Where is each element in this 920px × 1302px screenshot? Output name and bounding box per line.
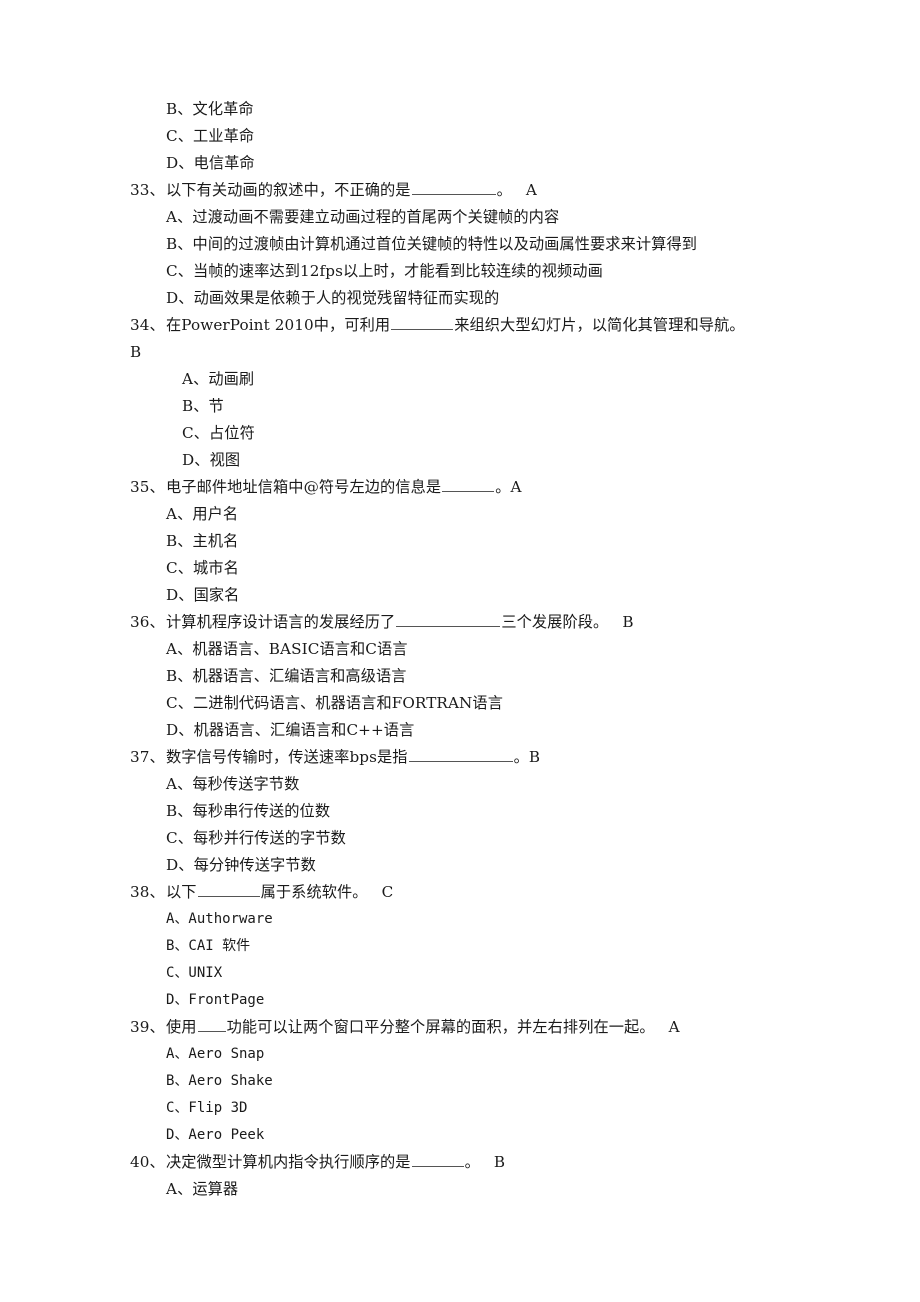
question-stem: 37、数字信号传输时，传送速率bps是指 。B xyxy=(130,744,792,771)
question-block: 33、以下有关动画的叙述中，不正确的是 。 A A、过渡动画不需要建立动画过程的首尾… xyxy=(130,177,792,312)
list-item: A、机器语言、BASIC语言和C语言 xyxy=(166,640,408,658)
question-text: 以下 xyxy=(166,883,197,901)
answer-key: B xyxy=(622,613,634,631)
answer-blank xyxy=(411,1152,464,1167)
question-text-tail: 。B xyxy=(513,748,541,766)
list-item: C、Flip 3D xyxy=(166,1100,248,1116)
question-text-tail: 属于系统软件。 xyxy=(260,883,368,901)
question-text: 电子邮件地址信箱中@符号左边的信息是 xyxy=(166,478,442,496)
question-stem: 35、电子邮件地址信箱中@符号左边的信息是 。A xyxy=(130,474,792,501)
list-item: D、动画效果是依赖于人的视觉残留特征而实现的 xyxy=(166,289,500,307)
question-number: 40、 xyxy=(130,1153,165,1171)
question-block: 40、决定微型计算机内指令执行顺序的是 。 B A、运算器 xyxy=(130,1149,792,1203)
orphan-option-group: B、文化革命 C、工业革命 D、电信革命 xyxy=(130,96,792,177)
list-item: D、每分钟传送字节数 xyxy=(166,856,316,874)
answer-key: B xyxy=(130,343,142,361)
answer-key: A xyxy=(668,1018,680,1036)
page-content: B、文化革命 C、工业革命 D、电信革命 33、以下有关动画的叙述中，不正确的是… xyxy=(130,96,792,1203)
question-block: 36、计算机程序设计语言的发展经历了 三个发展阶段。 B A、机器语言、BASIC语… xyxy=(130,609,792,744)
question-number: 33、 xyxy=(130,181,165,199)
document-page: B、文化革命 C、工业革命 D、电信革命 33、以下有关动画的叙述中，不正确的是… xyxy=(0,0,920,1302)
list-item: A、Authorware xyxy=(166,911,273,927)
list-item: D、Aero Peek xyxy=(166,1127,265,1143)
question-stem: 33、以下有关动画的叙述中，不正确的是 。 A xyxy=(130,177,792,204)
list-item: C、UNIX xyxy=(166,965,223,981)
question-text-tail: 。 xyxy=(464,1153,480,1171)
question-stem: 39、使用 功能可以让两个窗口平分整个屏幕的面积，并左右排列在一起。 A xyxy=(130,1014,792,1041)
question-block: 38、以下 属于系统软件。 C A、Authorware B、CAI 软件 C、UN… xyxy=(130,879,792,1014)
list-item: C、二进制代码语言、机器语言和FORTRAN语言 xyxy=(166,694,503,712)
list-item: C、占位符 xyxy=(182,424,255,442)
question-text-tail: 。A xyxy=(495,478,522,496)
list-item: B、中间的过渡帧由计算机通过首位关键帧的特性以及动画属性要求来计算得到 xyxy=(166,235,698,253)
list-item: C、每秒并行传送的字节数 xyxy=(166,829,346,847)
question-stem: 40、决定微型计算机内指令执行顺序的是 。 B xyxy=(130,1149,792,1176)
list-item: B、CAI 软件 xyxy=(166,938,251,954)
question-text-tail: 。 xyxy=(496,181,512,199)
answer-key: A xyxy=(525,181,537,199)
list-item: A、每秒传送字节数 xyxy=(166,775,300,793)
answer-key: C xyxy=(381,883,394,901)
question-text: 使用 xyxy=(166,1018,197,1036)
question-number: 39、 xyxy=(130,1018,165,1036)
question-number: 38、 xyxy=(130,883,165,901)
list-item: A、运算器 xyxy=(166,1180,239,1198)
question-stem: 36、计算机程序设计语言的发展经历了 三个发展阶段。 B xyxy=(130,609,792,636)
question-stem: 34、在PowerPoint 2010中，可利用 来组织大型幻灯片，以简化其管理和… xyxy=(130,312,792,339)
question-block: 37、数字信号传输时，传送速率bps是指 。B A、每秒传送字节数 B、每秒串行传… xyxy=(130,744,792,879)
list-item: A、动画刷 xyxy=(182,370,255,388)
answer-blank xyxy=(442,477,495,492)
list-item: A、用户名 xyxy=(166,505,239,523)
question-text: 计算机程序设计语言的发展经历了 xyxy=(166,613,396,631)
answer-blank xyxy=(408,747,513,762)
question-text-tail: 来组织大型幻灯片，以简化其管理和导航。 xyxy=(454,316,745,334)
list-item: D、FrontPage xyxy=(166,992,265,1008)
question-number: 35、 xyxy=(130,478,165,496)
question-text: 在PowerPoint 2010中，可利用 xyxy=(166,316,391,334)
question-block: 39、使用 功能可以让两个窗口平分整个屏幕的面积，并左右排列在一起。 A A、Aer… xyxy=(130,1014,792,1149)
list-item: D、视图 xyxy=(182,451,241,469)
question-text: 数字信号传输时，传送速率bps是指 xyxy=(166,748,408,766)
question-block: 34、在PowerPoint 2010中，可利用 来组织大型幻灯片，以简化其管理和… xyxy=(130,312,792,474)
list-item: D、机器语言、汇编语言和C++语言 xyxy=(166,721,415,739)
list-item: B、节 xyxy=(182,397,224,415)
answer-blank xyxy=(391,315,454,330)
answer-blank xyxy=(197,1017,226,1032)
answer-blank xyxy=(411,180,496,195)
list-item: B、Aero Shake xyxy=(166,1073,273,1089)
question-stem: 38、以下 属于系统软件。 C xyxy=(130,879,792,906)
answer-blank xyxy=(197,882,260,897)
list-item: C、城市名 xyxy=(166,559,239,577)
answer-key: B xyxy=(493,1153,506,1171)
list-item: D、电信革命 xyxy=(166,154,255,172)
list-item: C、当帧的速率达到12fps以上时，才能看到比较连续的视频动画 xyxy=(166,262,603,280)
question-number: 37、 xyxy=(130,748,165,766)
question-text-tail: 三个发展阶段。 xyxy=(501,613,609,631)
list-item: A、Aero Snap xyxy=(166,1046,265,1062)
list-item: C、工业革命 xyxy=(166,127,255,145)
question-block: 35、电子邮件地址信箱中@符号左边的信息是 。A A、用户名 B、主机名 C、城市… xyxy=(130,474,792,609)
list-item: D、国家名 xyxy=(166,586,240,604)
list-item: B、主机名 xyxy=(166,532,239,550)
question-text: 以下有关动画的叙述中，不正确的是 xyxy=(166,181,411,199)
list-item: B、文化革命 xyxy=(166,100,254,118)
list-item: A、过渡动画不需要建立动画过程的首尾两个关键帧的内容 xyxy=(166,208,560,226)
list-item: B、机器语言、汇编语言和高级语言 xyxy=(166,667,407,685)
question-text: 决定微型计算机内指令执行顺序的是 xyxy=(166,1153,411,1171)
question-text-tail: 功能可以让两个窗口平分整个屏幕的面积，并左右排列在一起。 xyxy=(226,1018,655,1036)
answer-blank xyxy=(396,612,501,627)
list-item: B、每秒串行传送的位数 xyxy=(166,802,331,820)
question-number: 36、 xyxy=(130,613,165,631)
question-number: 34、 xyxy=(130,316,165,334)
